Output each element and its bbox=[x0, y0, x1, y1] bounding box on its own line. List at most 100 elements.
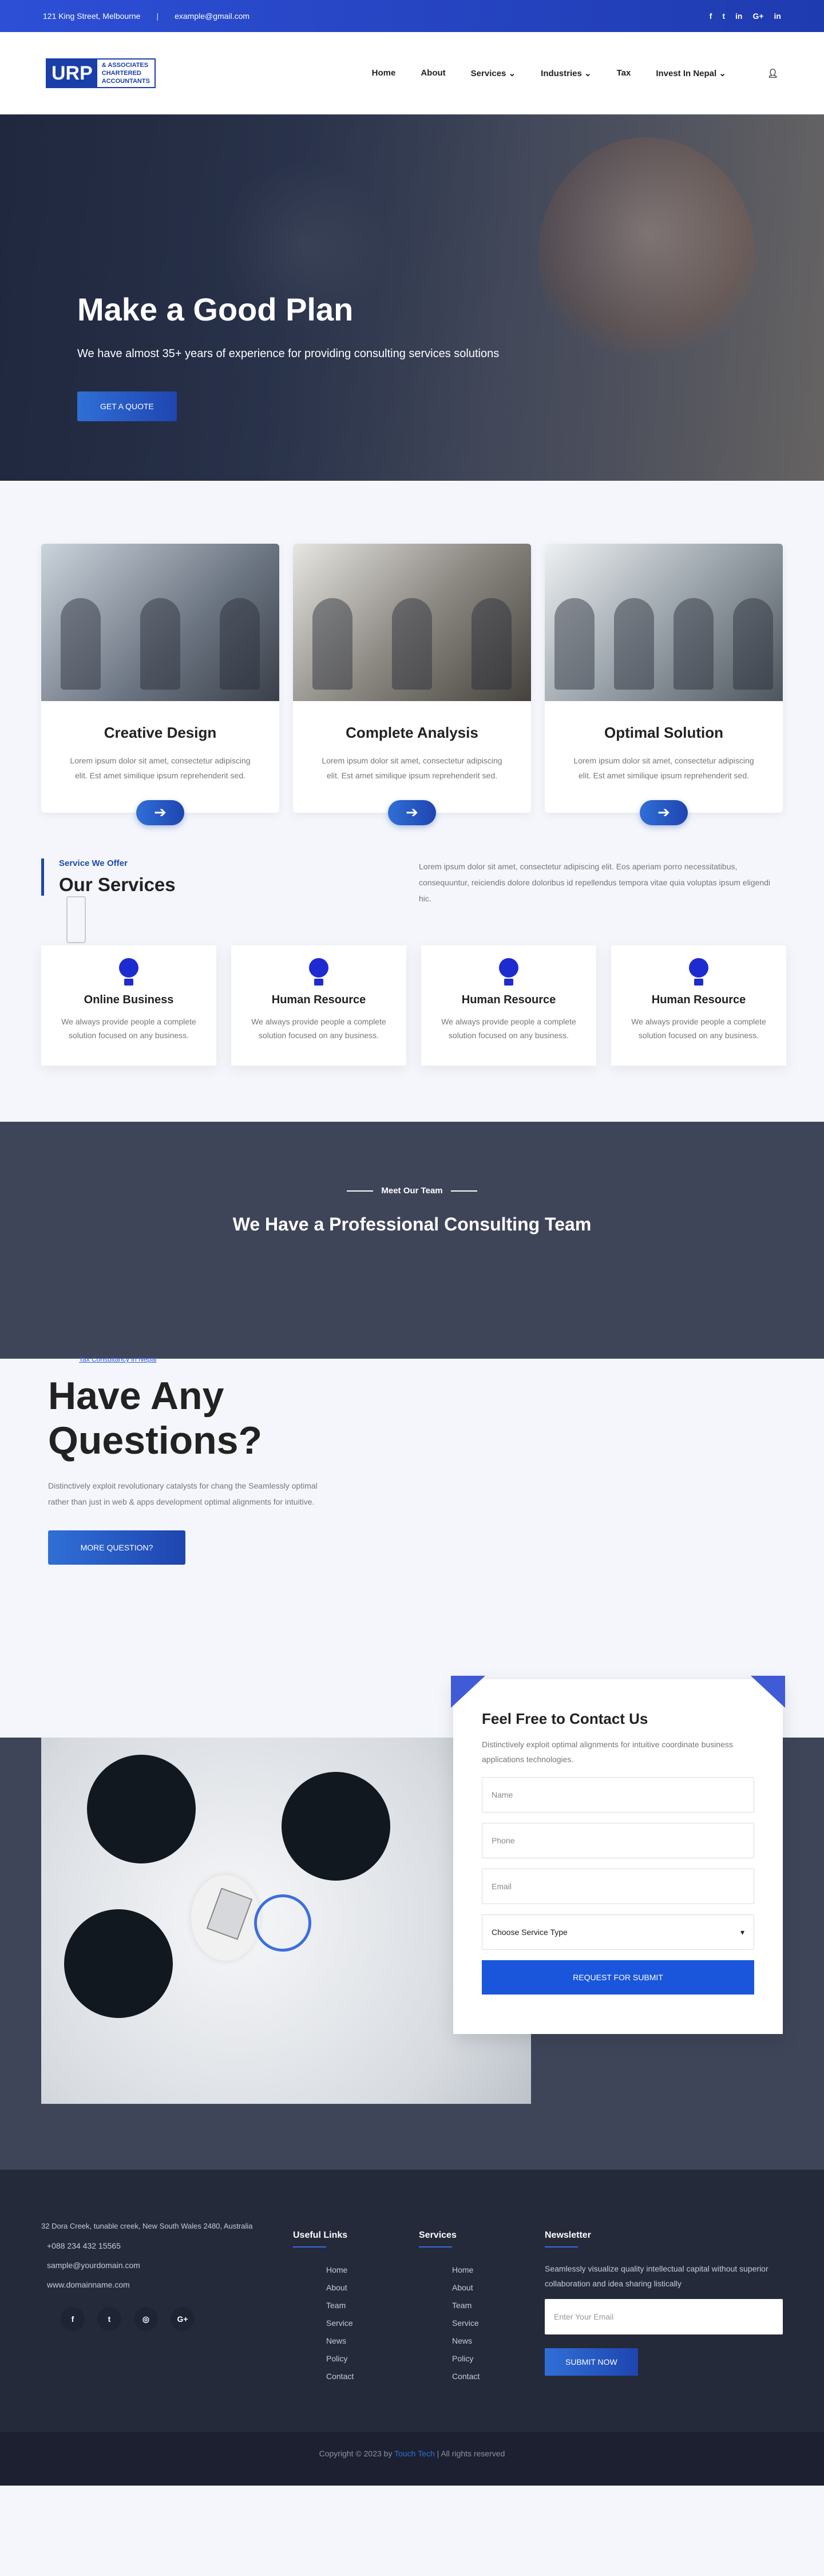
footer-link[interactable]: Team bbox=[293, 2297, 354, 2314]
nav-about[interactable]: About bbox=[421, 68, 445, 78]
service-card[interactable]: Online Business We always provide people… bbox=[41, 945, 216, 1066]
service-card[interactable]: Human Resource We always provide people … bbox=[611, 945, 786, 1066]
chair-shape bbox=[64, 1909, 173, 2018]
arrow-right-icon: ➔ bbox=[154, 804, 167, 821]
footer-link[interactable]: Contact bbox=[419, 2368, 480, 2385]
footer-link[interactable]: Home bbox=[419, 2261, 480, 2279]
nav-invest-label: Invest In Nepal bbox=[656, 68, 717, 78]
services-description: Lorem ipsum dolor sit amet, consectetur … bbox=[419, 862, 771, 903]
questions-title-line: Have Any bbox=[48, 1374, 224, 1418]
service-text: We always provide people a complete solu… bbox=[441, 1017, 576, 1040]
phone-field[interactable]: Phone bbox=[482, 1823, 754, 1858]
logo[interactable]: URP & ASSOCIATES CHARTERED ACCOUNTANTS bbox=[46, 58, 156, 88]
google-plus-icon[interactable]: G+ bbox=[752, 11, 763, 21]
instagram-icon[interactable]: ◎ bbox=[134, 2307, 158, 2331]
services-links: Services Home About Team Service News Po… bbox=[419, 2230, 480, 2385]
nav-invest-in-nepal[interactable]: Invest In Nepal ⌄ bbox=[656, 68, 726, 78]
useful-links: Useful Links Home About Team Service New… bbox=[293, 2230, 354, 2385]
footer-link[interactable]: News bbox=[419, 2332, 480, 2350]
instagram-icon[interactable]: in bbox=[774, 11, 781, 21]
feature-text: Lorem ipsum dolor sit amet, consectetur … bbox=[322, 756, 502, 780]
google-plus-icon[interactable]: G+ bbox=[171, 2307, 195, 2331]
newsletter-title: Newsletter bbox=[545, 2230, 591, 2240]
footer-link[interactable]: Contact bbox=[293, 2368, 354, 2385]
footer-email[interactable]: sample@yourdomain.com bbox=[41, 2256, 253, 2275]
feature-title: Creative Design bbox=[104, 724, 217, 741]
hero-title: Make a Good Plan bbox=[77, 291, 354, 327]
footer-link[interactable]: News bbox=[293, 2332, 354, 2350]
facebook-icon[interactable]: f bbox=[61, 2307, 85, 2331]
email-field[interactable]: Email bbox=[482, 1869, 754, 1904]
chevron-down-icon: ⌄ bbox=[508, 68, 516, 78]
footer-link[interactable]: Policy bbox=[419, 2350, 480, 2368]
request-submit-button[interactable]: REQUEST FOR SUBMIT bbox=[482, 1960, 754, 1995]
form-decoration bbox=[451, 1676, 785, 1708]
contact-form: Feel Free to Contact Us Distinctively ex… bbox=[451, 1676, 785, 2034]
tax-consultancy-link[interactable]: Tax Consultancy in Nepal bbox=[79, 1355, 156, 1363]
nav-services-label: Services bbox=[470, 68, 506, 78]
contact-title: Feel Free to Contact Us bbox=[482, 1710, 648, 1727]
newsletter-email-input[interactable]: Enter Your Email bbox=[545, 2299, 783, 2334]
arrow-right-button[interactable]: ➔ bbox=[388, 800, 436, 825]
service-text: We always provide people a complete solu… bbox=[631, 1017, 766, 1040]
name-field[interactable]: Name bbox=[482, 1777, 754, 1813]
address-text: 121 King Street, Melbourne bbox=[43, 11, 141, 21]
twitter-icon[interactable]: t bbox=[722, 11, 725, 21]
copyright-brand-link[interactable]: Touch Tech bbox=[394, 2449, 435, 2458]
feature-title: Optimal Solution bbox=[604, 724, 723, 741]
nav-services[interactable]: Services ⌄ bbox=[471, 68, 516, 78]
lightbulb-icon bbox=[689, 958, 708, 989]
copyright-suffix: | All rights reserved bbox=[437, 2449, 505, 2458]
chevron-down-icon: ⌄ bbox=[584, 68, 592, 78]
copyright-prefix: Copyright © 2023 by bbox=[319, 2449, 393, 2458]
footer-link[interactable]: Home bbox=[293, 2261, 354, 2279]
play-ring[interactable] bbox=[254, 1894, 311, 1952]
nav-home[interactable]: Home bbox=[372, 68, 396, 78]
footer: 32 Dora Creek, tunable creek, New South … bbox=[0, 2170, 824, 2432]
hero-section: Make a Good Plan We have almost 35+ year… bbox=[0, 114, 824, 481]
footer-website[interactable]: www.domainname.com bbox=[41, 2275, 253, 2294]
arrow-right-button[interactable]: ➔ bbox=[640, 800, 688, 825]
footer-link[interactable]: About bbox=[293, 2279, 354, 2297]
social-links: f t in G+ in bbox=[710, 11, 781, 21]
chevron-down-icon: ⌄ bbox=[719, 68, 726, 78]
newsletter-submit-button[interactable]: SUBMIT NOW bbox=[545, 2348, 638, 2376]
footer-phone[interactable]: +088 234 432 15565 bbox=[41, 2236, 253, 2256]
service-card[interactable]: Human Resource We always provide people … bbox=[421, 945, 596, 1066]
footer-link[interactable]: Team bbox=[419, 2297, 480, 2314]
linkedin-icon[interactable]: in bbox=[735, 11, 742, 21]
arrow-right-icon: ➔ bbox=[657, 804, 670, 821]
facebook-icon[interactable]: f bbox=[710, 11, 712, 21]
services-heading: Service We Offer Our Services bbox=[41, 858, 176, 896]
footer-contact: 32 Dora Creek, tunable creek, New South … bbox=[41, 2217, 253, 2331]
user-icon[interactable]: 👤︎ bbox=[767, 68, 778, 78]
logo-line: ACCOUNTANTS bbox=[101, 77, 150, 85]
service-type-select[interactable]: Choose Service Type ▾ bbox=[482, 1914, 754, 1950]
email-link[interactable]: example@gmail.com bbox=[175, 11, 249, 21]
services-title: Our Services bbox=[59, 874, 176, 895]
nav-tax[interactable]: Tax bbox=[617, 68, 631, 78]
twitter-icon[interactable]: t bbox=[97, 2307, 121, 2331]
chair-shape bbox=[282, 1772, 390, 1881]
nav-industries[interactable]: Industries ⌄ bbox=[541, 68, 591, 78]
contact-section: Feel Free to Contact Us Distinctively ex… bbox=[0, 1676, 824, 2170]
feature-text: Lorem ipsum dolor sit amet, consectetur … bbox=[573, 756, 754, 780]
footer-link[interactable]: Policy bbox=[293, 2350, 354, 2368]
footer-link[interactable]: Service bbox=[419, 2314, 480, 2332]
footer-link[interactable]: About bbox=[419, 2279, 480, 2297]
footer-link[interactable]: Service bbox=[293, 2314, 354, 2332]
get-quote-button[interactable]: GET A QUOTE bbox=[77, 391, 177, 421]
services-section: Service We Offer Our Services Lorem ipsu… bbox=[0, 858, 824, 1122]
service-card[interactable]: Human Resource We always provide people … bbox=[231, 945, 406, 1066]
more-question-button[interactable]: MORE QUESTION? bbox=[48, 1530, 185, 1565]
topbar-separator: | bbox=[156, 11, 159, 21]
top-bar: 121 King Street, Melbourne | example@gma… bbox=[0, 0, 824, 32]
lightbulb-icon bbox=[119, 958, 138, 989]
service-cards: Online Business We always provide people… bbox=[41, 945, 786, 1066]
service-title: Human Resource bbox=[461, 994, 556, 1006]
arrow-right-icon: ➔ bbox=[406, 804, 418, 821]
arrow-right-button[interactable]: ➔ bbox=[136, 800, 184, 825]
newsletter-text: Seamlessly visualize quality intellectua… bbox=[545, 2264, 768, 2288]
footer-social: f t ◎ G+ bbox=[41, 2307, 253, 2331]
service-title: Online Business bbox=[84, 994, 174, 1006]
